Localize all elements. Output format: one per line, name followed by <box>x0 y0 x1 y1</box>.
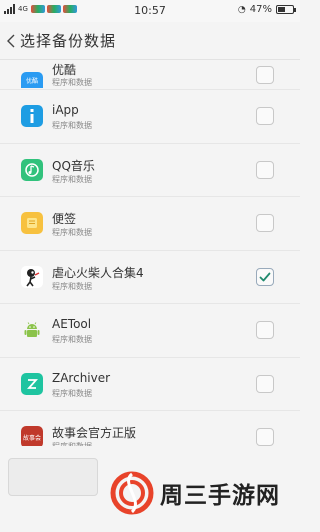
back-button[interactable] <box>2 22 20 60</box>
list-item[interactable]: ZArchiver 程序和数据 <box>0 357 300 411</box>
android-icon <box>21 319 43 341</box>
app-subtitle: 程序和数据 <box>52 78 92 87</box>
app-name: QQ音乐 <box>52 158 95 173</box>
stickman-icon <box>21 265 43 288</box>
header: 选择备份数据 <box>0 22 300 60</box>
watermark-text: 周三手游网 <box>160 483 280 509</box>
list-item[interactable]: iApp 程序和数据 <box>0 90 300 144</box>
app-name: 优酷 <box>52 63 77 77</box>
backup-checkbox[interactable] <box>256 321 274 340</box>
list-item[interactable]: QQ音乐 程序和数据 <box>0 143 300 197</box>
app-list: 优酷 优酷 程序和数据 iApp 程序和数据 QQ音乐 程序和数据 便签 程序和… <box>0 60 300 465</box>
iapp-icon <box>21 105 43 128</box>
battery-text: 47% <box>249 4 272 15</box>
list-item[interactable]: 虐心火柴人合集4 程序和数据 <box>0 250 300 304</box>
gushihui-icon: 故事会 <box>21 426 43 449</box>
list-item[interactable]: 优酷 优酷 程序和数据 <box>0 60 300 90</box>
status-right: ◔ 47% <box>237 4 296 15</box>
backup-checkbox[interactable] <box>256 267 274 286</box>
list-item[interactable]: AETool 程序和数据 <box>0 304 300 358</box>
zarchiver-icon <box>21 372 43 395</box>
app-subtitle: 程序和数据 <box>52 388 92 398</box>
app-name: 便签 <box>52 212 77 226</box>
page-title: 选择备份数据 <box>20 32 117 50</box>
qq-music-icon <box>21 158 43 181</box>
battery-fill <box>278 7 285 12</box>
backup-checkbox[interactable] <box>256 66 274 84</box>
youku-icon: 优酷 <box>21 72 43 88</box>
check-icon <box>259 272 271 282</box>
backup-checkbox[interactable] <box>256 428 274 447</box>
gushihui-icon-label: 故事会 <box>22 434 41 442</box>
backup-checkbox[interactable] <box>256 374 274 393</box>
app-subtitle: 程序和数据 <box>52 228 92 237</box>
status-bar: 4G 10:57 ◔ 47% <box>0 0 300 22</box>
backup-checkbox[interactable] <box>256 214 274 233</box>
app-subtitle: 程序和数据 <box>52 335 92 344</box>
backup-checkbox[interactable] <box>256 107 274 126</box>
app-name: iApp <box>52 103 79 117</box>
list-item[interactable]: 便签 程序和数据 <box>0 197 300 251</box>
backup-checkbox[interactable] <box>256 160 274 179</box>
app-name: ZArchiver <box>52 370 111 385</box>
site-logo-icon <box>110 471 154 515</box>
app-name: 故事会官方正版 <box>52 426 137 440</box>
chevron-left-icon <box>7 34 15 47</box>
app-name: AETool <box>52 317 92 331</box>
app-subtitle: 程序和数据 <box>52 121 92 130</box>
bottom-action-button[interactable] <box>8 458 98 496</box>
app-subtitle: 程序和数据 <box>52 174 92 184</box>
battery-icon <box>276 5 296 14</box>
app-subtitle: 程序和数据 <box>52 281 92 291</box>
app-name: 虐心火柴人合集4 <box>52 265 144 280</box>
youku-icon-label: 优酷 <box>25 77 38 85</box>
notes-icon <box>21 212 43 235</box>
wifi-icon: ◔ <box>237 4 246 15</box>
watermark: 周三手游网 <box>104 454 300 532</box>
